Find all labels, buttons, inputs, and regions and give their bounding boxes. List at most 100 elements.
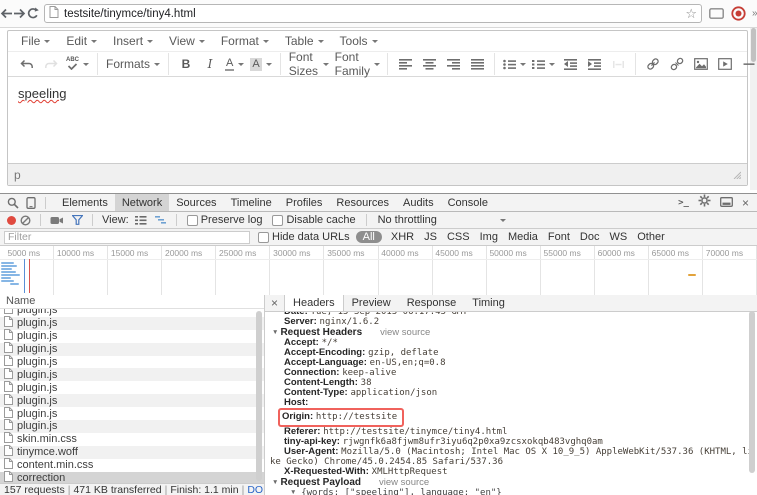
align-center-icon[interactable] <box>417 54 441 74</box>
filter-type-font[interactable]: Font <box>548 231 570 243</box>
menu-insert[interactable]: Insert <box>106 32 162 50</box>
tab-sources[interactable]: Sources <box>169 194 223 211</box>
filter-type-css[interactable]: CSS <box>447 231 470 243</box>
network-overview-timeline[interactable]: 5000 ms10000 ms15000 ms20000 ms25000 ms3… <box>0 246 757 296</box>
request-row[interactable]: plugin.js <box>0 343 264 356</box>
disclosure-triangle-icon[interactable]: ▼ <box>272 329 278 336</box>
menu-table[interactable]: Table <box>278 32 333 50</box>
request-row[interactable]: plugin.js <box>0 317 264 330</box>
column-header-name[interactable]: Name <box>0 295 264 309</box>
payload-preview[interactable]: ▼ {words: ["speeling"], language: "en"} <box>270 488 757 495</box>
adblock-hand-icon[interactable] <box>731 6 746 21</box>
outdent-icon[interactable] <box>558 54 582 74</box>
filter-input[interactable] <box>4 231 250 244</box>
clear-icon[interactable] <box>20 215 31 226</box>
filter-type-doc[interactable]: Doc <box>580 231 600 243</box>
numbered-list-icon[interactable] <box>529 54 558 74</box>
request-row[interactable]: plugin.js <box>0 368 264 381</box>
forward-icon[interactable] <box>13 4 26 24</box>
request-row[interactable]: plugin.js <box>0 330 264 343</box>
menu-edit[interactable]: Edit <box>59 32 106 50</box>
hide-data-urls-checkbox[interactable]: Hide data URLs <box>258 231 350 243</box>
font-family-button[interactable]: Font Family <box>332 54 382 74</box>
media-icon[interactable] <box>713 54 737 74</box>
preserve-log-checkbox[interactable]: Preserve log <box>187 214 263 226</box>
menu-format[interactable]: Format <box>214 32 278 50</box>
request-row[interactable]: content.min.css <box>0 459 264 472</box>
view-source-link[interactable]: view source <box>379 477 429 488</box>
redo-icon[interactable] <box>39 54 63 74</box>
checkbox-icon[interactable] <box>187 215 198 226</box>
checkbox-icon[interactable] <box>258 232 269 243</box>
view-list-icon[interactable] <box>135 215 147 225</box>
tab-resources[interactable]: Resources <box>329 194 396 211</box>
filter-funnel-icon[interactable] <box>72 215 83 225</box>
request-row[interactable]: tinymce.woff <box>0 446 264 459</box>
background-color-icon[interactable]: A <box>247 54 274 74</box>
filter-type-media[interactable]: Media <box>508 231 538 243</box>
tab-profiles[interactable]: Profiles <box>279 194 330 211</box>
console-drawer-icon[interactable]: >_ <box>678 198 689 208</box>
record-icon[interactable] <box>7 216 16 225</box>
dom-content-loaded-link[interactable]: DOMContentLo… <box>247 484 264 495</box>
view-waterfall-icon[interactable] <box>155 215 167 225</box>
horizontal-rule-icon[interactable] <box>737 54 757 74</box>
bookmark-star-icon[interactable]: ☆ <box>685 6 697 22</box>
request-row[interactable]: plugin.js <box>0 407 264 420</box>
font-sizes-button[interactable]: Font Sizes <box>286 54 333 74</box>
menu-view[interactable]: View <box>162 32 214 50</box>
indent-icon[interactable] <box>582 54 606 74</box>
link-icon[interactable] <box>641 54 665 74</box>
section-header[interactable]: ▼Request Payloadview source <box>270 477 757 488</box>
reload-icon[interactable] <box>26 4 39 24</box>
disclosure-triangle-icon[interactable]: ▼ <box>290 489 296 495</box>
bold-icon[interactable]: B <box>174 54 198 74</box>
spellcheck-icon[interactable]: ABC <box>63 54 92 74</box>
formats-button[interactable]: Formats <box>103 54 163 74</box>
details-tab-timing[interactable]: Timing <box>464 295 513 311</box>
filter-type-js[interactable]: JS <box>424 231 437 243</box>
overflow-chevrons-icon[interactable]: » <box>752 8 757 19</box>
filter-type-other[interactable]: Other <box>637 231 665 243</box>
screenshot-camera-icon[interactable] <box>50 216 64 225</box>
devtools-close-icon[interactable]: × <box>742 196 749 210</box>
filter-type-all[interactable]: All <box>356 231 382 243</box>
extension-icon[interactable] <box>709 8 724 19</box>
request-row[interactable]: correction <box>0 472 264 483</box>
section-header[interactable]: ▼Request Headersview source <box>270 327 757 338</box>
align-left-icon[interactable] <box>393 54 417 74</box>
filter-type-ws[interactable]: WS <box>609 231 627 243</box>
throttling-select[interactable]: No throttling <box>378 214 506 226</box>
bullet-list-icon[interactable] <box>500 54 529 74</box>
back-icon[interactable] <box>0 4 13 24</box>
align-justify-icon[interactable] <box>465 54 489 74</box>
tab-audits[interactable]: Audits <box>396 194 441 211</box>
text-color-icon[interactable]: A <box>222 54 247 74</box>
request-row[interactable]: plugin.js <box>0 309 264 317</box>
tab-timeline[interactable]: Timeline <box>224 194 279 211</box>
align-right-icon[interactable] <box>441 54 465 74</box>
inspect-magnifier-icon[interactable] <box>4 196 22 210</box>
details-scrollbar[interactable] <box>749 311 755 473</box>
request-row[interactable]: plugin.js <box>0 394 264 407</box>
nonbreaking-icon[interactable] <box>606 54 630 74</box>
undo-icon[interactable] <box>15 54 39 74</box>
details-tab-response[interactable]: Response <box>399 295 465 311</box>
address-bar[interactable]: testsite/tinymce/tiny4.html ☆ <box>44 4 702 23</box>
request-row[interactable]: plugin.js <box>0 420 264 433</box>
element-path[interactable]: p <box>14 168 21 182</box>
details-tab-headers[interactable]: Headers <box>284 295 344 311</box>
device-mode-icon[interactable] <box>22 196 40 210</box>
menu-file[interactable]: File <box>14 32 59 50</box>
resize-grip-icon[interactable] <box>732 168 741 182</box>
unlink-icon[interactable] <box>665 54 689 74</box>
menu-tools[interactable]: Tools <box>333 32 387 50</box>
close-details-icon[interactable]: × <box>265 296 284 310</box>
details-tab-preview[interactable]: Preview <box>344 295 399 311</box>
italic-icon[interactable]: I <box>198 54 222 74</box>
tab-network[interactable]: Network <box>115 194 169 211</box>
request-row[interactable]: plugin.js <box>0 356 264 369</box>
request-row[interactable]: plugin.js <box>0 381 264 394</box>
filter-type-img[interactable]: Img <box>480 231 498 243</box>
tab-console[interactable]: Console <box>441 194 495 211</box>
